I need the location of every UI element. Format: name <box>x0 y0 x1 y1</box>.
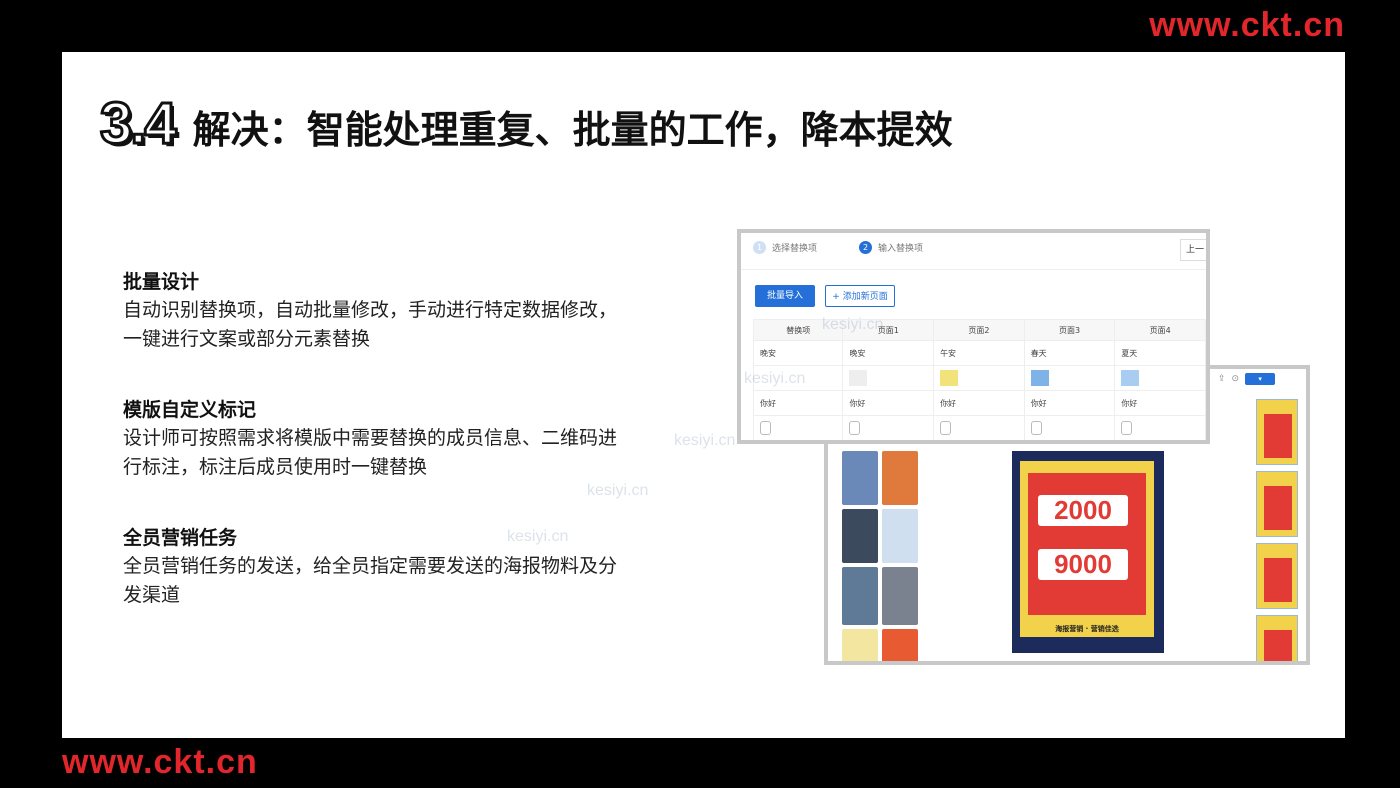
step-item[interactable]: 2 输入替换项 <box>859 241 923 254</box>
poster-slogan: 海报营销 · 营销佳选 <box>1020 621 1154 637</box>
step-number: 1 <box>753 241 766 254</box>
feature-line: 一键进行文案或部分元素替换 <box>123 328 371 350</box>
add-page-button[interactable]: + 添加新页面 <box>825 285 895 307</box>
feature-heading: 全员营销任务 <box>123 527 238 549</box>
feature-item: 全员营销任务 全员营销任务的发送，给全员指定需要发送的海报物料及分 发渠道 <box>123 523 703 610</box>
batch-import-button[interactable]: 批量导入 <box>755 285 815 307</box>
table-cell[interactable] <box>1023 365 1116 391</box>
column-header: 页面3 <box>1023 319 1116 341</box>
image-swatch <box>940 370 959 386</box>
table-cell[interactable] <box>842 415 935 440</box>
table-cell[interactable]: 你好 <box>1023 390 1116 416</box>
table-cell[interactable]: 你好 <box>752 390 844 416</box>
feature-line: 设计师可按照需求将模版中需要替换的成员信息、二维码进 <box>123 427 618 449</box>
image-placeholder-icon <box>940 421 952 435</box>
feature-line: 自动识别替换项，自动批量修改，手动进行特定数据修改， <box>123 299 618 321</box>
step-indicator: 1 选择替换项 2 输入替换项 <box>753 241 923 254</box>
table-cell[interactable]: 夏天 <box>1114 340 1206 366</box>
table-cell[interactable]: 春天 <box>1023 340 1116 366</box>
watermark: kesiyi.cn <box>674 432 736 449</box>
watermark: kesiyi.cn <box>587 482 649 499</box>
poster-canvas[interactable]: 2000 9000 海报营销 · 营销佳选 <box>1012 451 1164 653</box>
table-cell[interactable]: 你好 <box>1114 390 1206 416</box>
previous-step-button[interactable]: 上一 <box>1180 239 1206 261</box>
table-row: 你好 你好 你好 你好 你好 <box>752 390 1206 416</box>
page-thumbnail-list <box>1256 399 1298 661</box>
title-text: 解决：智能处理重复、批量的工作，降本提效 <box>192 108 953 152</box>
watermark: kesiyi.cn <box>822 316 884 333</box>
watermark: kesiyi.cn <box>507 528 569 545</box>
feature-heading: 模版自定义标记 <box>123 399 257 421</box>
image-thumbnail[interactable] <box>842 629 878 661</box>
feature-list: 批量设计 自动识别替换项，自动批量修改，手动进行特定数据修改， 一键进行文案或部… <box>123 267 703 651</box>
step-number: 2 <box>859 241 873 254</box>
image-placeholder-icon <box>760 421 771 435</box>
table-cell[interactable]: 晚安 <box>842 340 935 366</box>
image-thumbnail[interactable] <box>882 509 918 563</box>
share-icon[interactable]: ⇪ <box>1218 374 1226 384</box>
table-row: 晚安 晚安 午安 春天 夏天 <box>752 340 1206 366</box>
page-thumbnail[interactable] <box>1256 615 1298 661</box>
column-header: 页面2 <box>933 319 1025 341</box>
image-placeholder-icon <box>1030 421 1042 435</box>
editor-toolbar: ⇪ ⊙ ▾ <box>1218 373 1276 385</box>
table-cell[interactable]: 午安 <box>933 340 1025 366</box>
feature-line: 行标注，标注后成员使用时一键替换 <box>123 456 428 478</box>
image-thumbnail[interactable] <box>842 451 878 505</box>
image-thumbnail-grid <box>842 451 918 661</box>
batch-replace-screenshot: 1 选择替换项 2 输入替换项 上一 批量导入 + 添加新页面 替换项 页面1 … <box>737 229 1210 444</box>
table-cell[interactable] <box>1023 415 1116 440</box>
poster-number: 9000 <box>1038 549 1128 580</box>
slide-title: 3.4 解决：智能处理重复、批量的工作，降本提效 <box>99 90 953 158</box>
step-label: 输入替换项 <box>878 244 924 254</box>
table-cell[interactable]: 你好 <box>933 390 1025 416</box>
page-thumbnail[interactable] <box>1256 543 1298 609</box>
table-cell[interactable] <box>842 365 935 391</box>
brand-logo-top: www.ckt.cn <box>1149 6 1345 44</box>
image-thumbnail[interactable] <box>842 509 878 563</box>
table-cell[interactable] <box>1114 365 1206 391</box>
table-cell[interactable] <box>933 415 1025 440</box>
brand-logo-bottom: www.ckt.cn <box>62 743 258 781</box>
step-label: 选择替换项 <box>772 244 818 254</box>
image-swatch <box>1030 370 1049 386</box>
image-swatch <box>1121 370 1140 386</box>
table-row <box>752 365 1206 391</box>
page-thumbnail[interactable] <box>1256 471 1298 537</box>
table-cell[interactable]: 你好 <box>842 390 935 416</box>
replacement-table: 替换项 页面1 页面2 页面3 页面4 晚安 晚安 午安 春天 夏天 你好 你好… <box>752 319 1206 440</box>
watermark: kesiyi.cn <box>744 370 806 387</box>
table-cell[interactable]: 晚安 <box>752 340 844 366</box>
column-header: 页面4 <box>1114 319 1206 341</box>
page-thumbnail[interactable] <box>1256 399 1298 465</box>
slide: 3.4 解决：智能处理重复、批量的工作，降本提效 批量设计 自动识别替换项，自动… <box>62 52 1345 738</box>
preview-icon[interactable]: ⊙ <box>1232 374 1240 384</box>
image-thumbnail[interactable] <box>882 451 918 505</box>
divider <box>741 269 1206 270</box>
image-placeholder-icon <box>1121 421 1133 435</box>
image-thumbnail[interactable] <box>882 567 918 625</box>
table-cell[interactable] <box>752 415 844 440</box>
image-placeholder-icon <box>849 421 861 435</box>
toolbar-dropdown-button[interactable]: ▾ <box>1245 373 1276 385</box>
feature-line: 发渠道 <box>123 584 181 606</box>
section-number: 3.4 <box>99 90 179 158</box>
feature-heading: 批量设计 <box>123 271 200 293</box>
feature-item: 模版自定义标记 设计师可按照需求将模版中需要替换的成员信息、二维码进 行标注，标… <box>123 395 703 482</box>
table-row <box>752 415 1206 440</box>
image-swatch <box>849 370 868 386</box>
feature-item: 批量设计 自动识别替换项，自动批量修改，手动进行特定数据修改， 一键进行文案或部… <box>123 267 703 354</box>
table-cell[interactable] <box>933 365 1025 391</box>
feature-line: 全员营销任务的发送，给全员指定需要发送的海报物料及分 <box>123 555 618 577</box>
table-cell[interactable] <box>1114 415 1206 440</box>
step-item[interactable]: 1 选择替换项 <box>753 241 817 254</box>
image-thumbnail[interactable] <box>842 567 878 625</box>
image-thumbnail[interactable] <box>882 629 918 661</box>
poster-number: 2000 <box>1038 495 1128 526</box>
